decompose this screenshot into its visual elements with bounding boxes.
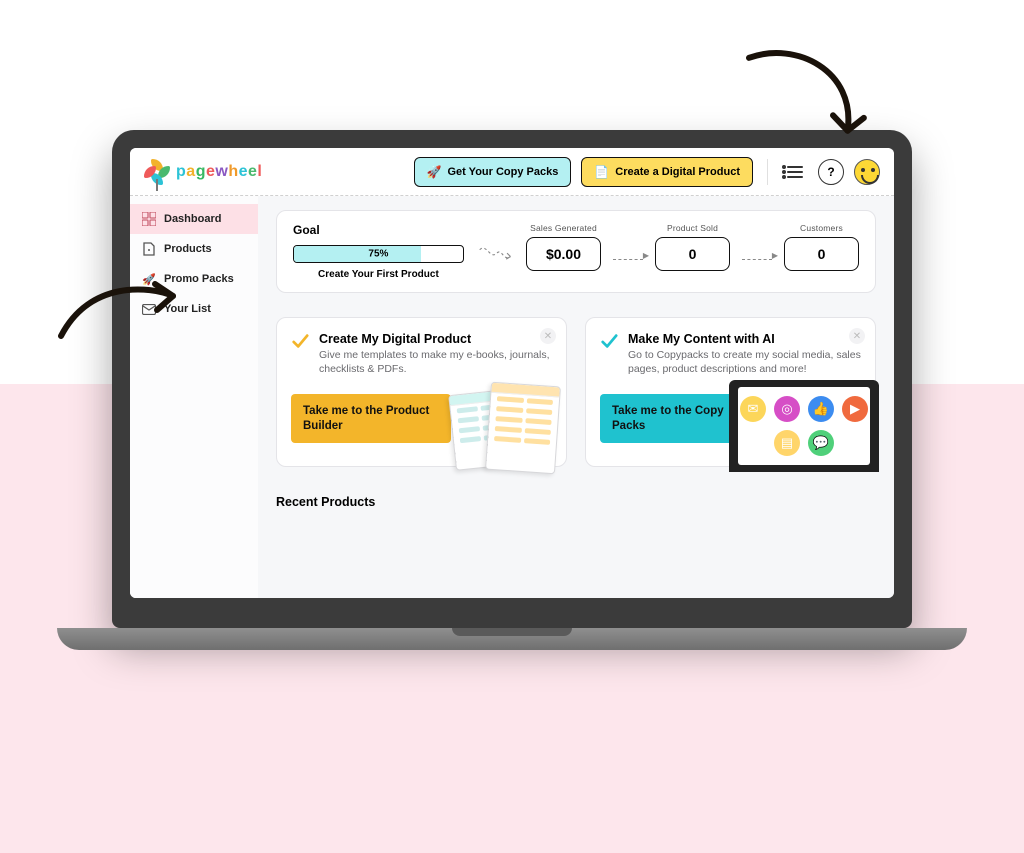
card-desc: Go to Copypacks to create my social medi… xyxy=(628,348,861,376)
mail-bubble-icon: ✉ xyxy=(740,396,766,422)
check-icon xyxy=(600,332,618,350)
goal-progress-bar: 75% xyxy=(293,245,464,263)
document-icon: 📄 xyxy=(594,165,609,179)
sidebar-item-your-list[interactable]: Your List xyxy=(130,294,258,324)
goal-progress-label: 75% xyxy=(368,249,388,260)
stat-sales-generated: Sales Generated $0.00 xyxy=(526,223,601,271)
brand-text: pagewheel xyxy=(176,163,262,181)
apps-laptop-illustration: ✉ ◎ 👍 ▶ ▤ 💬 xyxy=(729,377,879,472)
dismiss-card-button[interactable]: ✕ xyxy=(849,328,865,344)
sidebar-item-label: Products xyxy=(164,243,212,255)
stat-value: 0 xyxy=(655,237,730,271)
check-icon xyxy=(291,332,309,350)
sidebar-item-promo-packs[interactable]: 🚀 Promo Packs xyxy=(130,264,258,294)
sidebar: Dashboard Products 🚀 Promo Packs xyxy=(130,196,258,598)
stat-value: $0.00 xyxy=(526,237,601,271)
rocket-icon: 🚀 xyxy=(427,165,442,179)
chat-bubble-icon: 💬 xyxy=(808,430,834,456)
recent-products-title: Recent Products xyxy=(276,495,876,509)
stat-connector xyxy=(742,259,772,260)
thumbs-up-bubble-icon: 👍 xyxy=(808,396,834,422)
file-icon xyxy=(142,242,156,256)
stat-value: 0 xyxy=(784,237,859,271)
get-copy-packs-button[interactable]: 🚀 Get Your Copy Packs xyxy=(414,157,572,187)
grid-icon xyxy=(142,212,156,226)
sidebar-item-label: Dashboard xyxy=(164,213,221,225)
sidebar-item-label: Promo Packs xyxy=(164,273,234,285)
sidebar-item-label: Your List xyxy=(164,303,211,315)
menu-lines-icon xyxy=(787,166,803,178)
goal-stats: Sales Generated $0.00 Product Sold 0 Cus… xyxy=(526,223,859,271)
sidebar-item-dashboard[interactable]: Dashboard xyxy=(130,204,258,234)
sidebar-item-products[interactable]: Products xyxy=(130,234,258,264)
goal-subtitle: Create Your First Product xyxy=(293,269,464,280)
play-bubble-icon: ▶ xyxy=(842,396,868,422)
mail-icon xyxy=(142,302,156,316)
laptop-mockup: pagewheel 🚀 Get Your Copy Packs 📄 Create… xyxy=(112,130,912,650)
notebook-illustration xyxy=(420,377,570,472)
card-title: Create My Digital Product xyxy=(319,332,552,346)
brand-logo[interactable]: pagewheel xyxy=(144,159,262,185)
rocket-icon: 🚀 xyxy=(142,272,156,286)
create-digital-product-label: Create a Digital Product xyxy=(615,166,740,178)
instagram-bubble-icon: ◎ xyxy=(774,396,800,422)
stat-label: Product Sold xyxy=(655,223,730,233)
stat-customers: Customers 0 xyxy=(784,223,859,271)
help-button[interactable]: ? xyxy=(818,159,844,185)
doc-bubble-icon: ▤ xyxy=(774,430,800,456)
app-header: pagewheel 🚀 Get Your Copy Packs 📄 Create… xyxy=(130,148,894,196)
menu-lines-button[interactable] xyxy=(782,159,808,185)
create-digital-product-button[interactable]: 📄 Create a Digital Product xyxy=(581,157,753,187)
goal-card: Goal 75% Create Your First Product xyxy=(276,210,876,293)
card-title: Make My Content with AI xyxy=(628,332,861,346)
dismiss-card-button[interactable]: ✕ xyxy=(540,328,556,344)
stat-label: Sales Generated xyxy=(526,223,601,233)
goal-title: Goal xyxy=(293,223,464,237)
app-screen: pagewheel 🚀 Get Your Copy Packs 📄 Create… xyxy=(130,148,894,598)
stat-label: Customers xyxy=(784,223,859,233)
connector-curvy xyxy=(478,239,512,269)
get-copy-packs-label: Get Your Copy Packs xyxy=(447,166,558,178)
pinwheel-icon xyxy=(144,159,170,185)
account-smiley-button[interactable] xyxy=(854,159,880,185)
card-ai-content: ✕ Make My Content with AI Go to Copypack… xyxy=(585,317,876,467)
stat-product-sold: Product Sold 0 xyxy=(655,223,730,271)
stat-connector xyxy=(613,259,643,260)
card-create-product: ✕ Create My Digital Product Give me temp… xyxy=(276,317,567,467)
main-content: Goal 75% Create Your First Product xyxy=(258,196,894,598)
card-desc: Give me templates to make my e-books, jo… xyxy=(319,348,552,376)
laptop-base xyxy=(57,628,967,650)
